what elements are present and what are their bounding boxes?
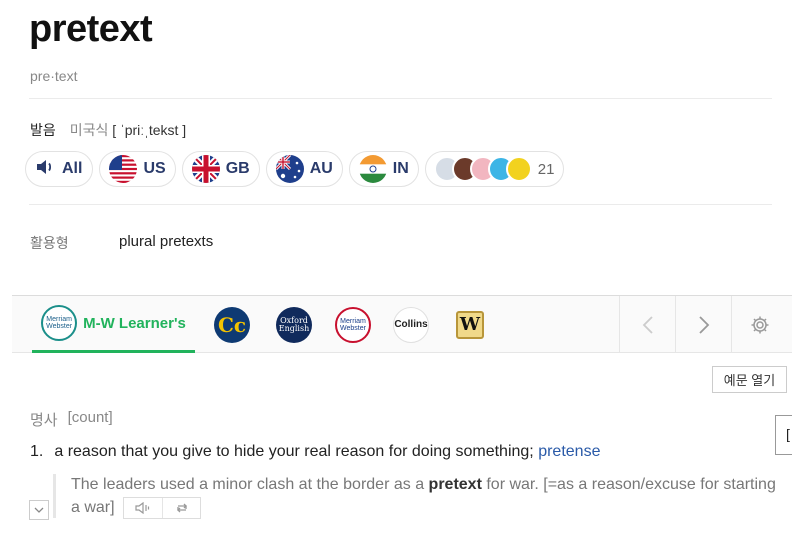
audio-us-button[interactable]: US (99, 151, 176, 187)
chevron-down-icon (34, 507, 44, 513)
fold-examples-button[interactable] (29, 500, 49, 520)
inflection-label: 활용형 (30, 235, 69, 251)
user-recordings-count: 21 (537, 160, 555, 178)
pronunciation-ipa: [ ˈpriːˌtekst ] (112, 122, 187, 138)
tab-wordsmyth[interactable]: W (450, 296, 490, 353)
oxford-logo-icon: Oxford English (276, 306, 312, 343)
pronunciation-region: 미국식 (69, 122, 109, 138)
dictionary-settings-button[interactable] (731, 296, 787, 353)
grammar-note: [count] (67, 409, 113, 426)
repeat-icon (176, 503, 187, 513)
speaker-icon (36, 159, 56, 180)
definition-row: 1. a reason that you give to hide your r… (30, 443, 600, 461)
audio-gb-button[interactable]: GB (181, 151, 260, 187)
inflection-value: plural pretexts (119, 233, 214, 250)
example-repeat-button[interactable] (162, 497, 200, 518)
example-toggle-button[interactable]: 예문 열기 (712, 366, 787, 393)
merriam-webster-logo-icon: Merriam Webster (41, 305, 78, 341)
pronunciation-label: 발음 (30, 122, 56, 138)
dictionary-tab-bar: Merriam Webster M-W Learner's Cc Oxford E… (12, 295, 792, 353)
tab-oxford[interactable]: Oxford English (274, 296, 314, 353)
merriam-webster-logo-icon: Merriam Webster (335, 306, 371, 343)
tab-merriam-webster[interactable]: Merriam Webster (333, 296, 373, 353)
synonym-link[interactable]: pretense (538, 443, 600, 460)
cambridge-logo-icon: Cc (214, 306, 250, 343)
tab-mw-learners[interactable]: Merriam Webster M-W Learner's (32, 296, 195, 353)
audio-au-label: AU (309, 160, 333, 177)
au-flag-icon (275, 155, 304, 183)
divider (29, 204, 772, 205)
user-recordings-button[interactable]: 21 (424, 151, 565, 187)
audio-in-button[interactable]: IN (348, 151, 419, 187)
collins-logo-icon: Collins (393, 306, 429, 343)
part-of-speech: 명사 (30, 412, 58, 429)
audio-au-button[interactable]: AU (265, 151, 343, 187)
definition-number: 1. (30, 443, 44, 460)
inflection-row: 활용형 plural pretexts (30, 233, 213, 253)
audio-us-label: US (143, 160, 166, 177)
example-play-button[interactable] (124, 498, 162, 518)
audio-buttons: All US GB AU IN 21 (25, 151, 565, 187)
side-panel-edge[interactable]: [ (775, 415, 792, 455)
chevron-left-icon (642, 315, 653, 334)
prev-dictionary-button[interactable] (619, 296, 675, 353)
user-avatar (505, 156, 532, 182)
gear-icon (751, 316, 768, 333)
tab-cambridge[interactable]: Cc (212, 296, 252, 353)
example-keyword: pretext (428, 476, 482, 493)
india-flag-icon (358, 155, 387, 183)
tab-mw-learners-label: M-W Learner's (83, 314, 186, 332)
uk-flag-icon (191, 155, 220, 183)
example-text-before: The leaders used a minor clash at the bo… (71, 476, 425, 493)
chevron-right-icon (698, 315, 709, 334)
wordsmyth-logo-icon: W (456, 310, 484, 339)
audio-all-label: All (62, 160, 83, 177)
audio-all-button[interactable]: All (25, 151, 94, 187)
audio-in-label: IN (392, 160, 409, 177)
audio-gb-label: GB (225, 160, 250, 177)
next-dictionary-button[interactable] (675, 296, 731, 353)
example-tools (123, 496, 202, 519)
pronunciation-row: 발음 미국식 [ ˈpriːˌtekst ] (30, 120, 186, 140)
us-flag-icon (109, 155, 138, 183)
definition-text: a reason that you give to hide your real… (54, 443, 534, 460)
speaker-icon (135, 501, 150, 514)
part-of-speech-row: 명사 [count] (30, 409, 113, 430)
example-sentence: The leaders used a minor clash at the bo… (71, 473, 783, 519)
tab-collins[interactable]: Collins (391, 296, 431, 353)
entry-word: pretext (29, 8, 153, 50)
divider (29, 98, 772, 99)
entry-syllables: pre·text (30, 68, 78, 84)
example-bar (53, 474, 56, 518)
